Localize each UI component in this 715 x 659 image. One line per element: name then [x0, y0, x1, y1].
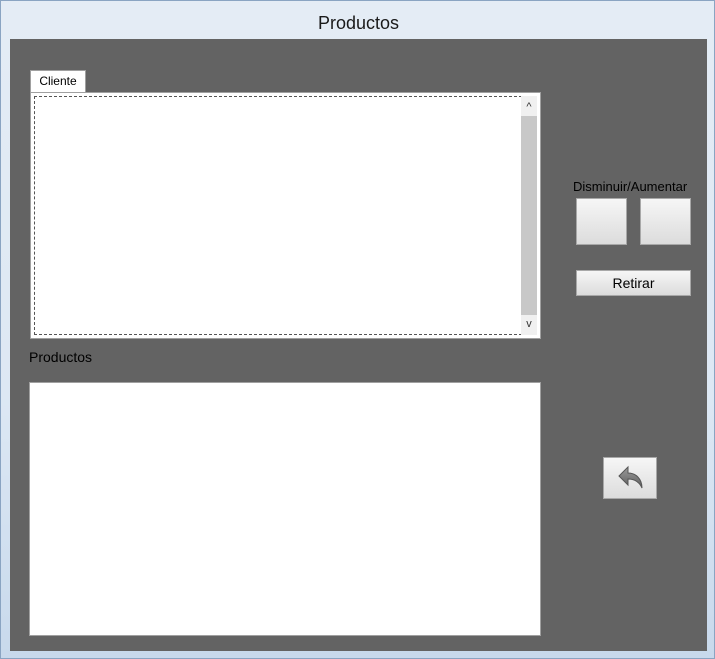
scroll-thumb[interactable] [521, 116, 537, 315]
increase-button[interactable] [640, 198, 691, 245]
window-title: Productos [317, 13, 400, 33]
cliente-listbox[interactable] [34, 96, 537, 335]
undo-arrow-icon [618, 465, 643, 489]
productos-list[interactable] [29, 382, 541, 636]
cliente-scrollbar[interactable]: ^ v [521, 96, 537, 335]
back-button[interactable] [603, 457, 657, 499]
window: Productos Cliente ^ v Productos Disminui… [0, 0, 715, 659]
retirar-button[interactable]: Retirar [576, 270, 691, 296]
chevron-up-icon[interactable]: ^ [521, 98, 537, 116]
chevron-down-icon[interactable]: v [521, 315, 537, 333]
decrease-button[interactable] [576, 198, 627, 245]
tab-cliente[interactable]: Cliente [30, 70, 86, 92]
productos-label: Productos [29, 349, 93, 365]
client-area: Cliente ^ v Productos Disminuir/Aumentar… [10, 39, 707, 651]
cliente-tab-panel: ^ v [30, 92, 541, 339]
adjust-label: Disminuir/Aumentar [573, 179, 688, 194]
